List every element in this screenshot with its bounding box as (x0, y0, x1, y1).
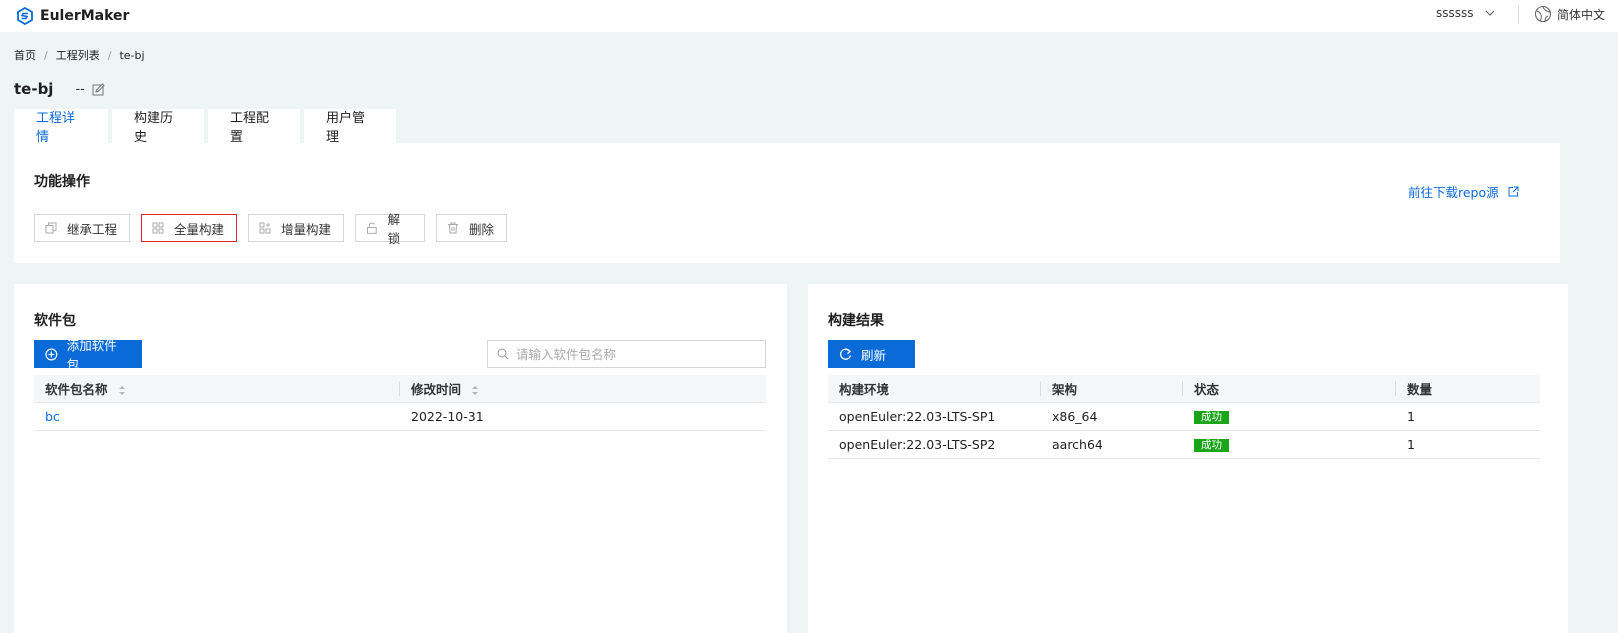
incremental-build-label: 增量构建 (281, 221, 332, 237)
incremental-build-button[interactable]: 增量构建 (248, 214, 344, 242)
build-results-table: 构建环境 架构 状态 数量 openEuler:22.03-LTS-SP1 x8… (828, 375, 1540, 459)
edit-icon[interactable] (92, 82, 105, 96)
operation-buttons: 继承工程 全量构建 增量构建 解锁 删除 (34, 212, 518, 246)
sort-icon (118, 385, 125, 395)
refresh-icon (840, 347, 852, 360)
breadcrumb: 首页 / 工程列表 / te-bj (14, 47, 145, 63)
status-cell: 成功 (1183, 402, 1396, 431)
plus-circle-icon (45, 348, 58, 360)
column-header-modified-time[interactable]: 修改时间 (400, 375, 766, 403)
build-results-title: 构建结果 (828, 313, 884, 329)
trash-icon (448, 222, 458, 234)
language-switcher[interactable]: 简体中文 (1534, 5, 1605, 23)
build-env-cell: openEuler:22.03-LTS-SP1 (828, 402, 1041, 431)
arch-cell: x86_64 (1041, 402, 1183, 431)
table-row: bc 2022-10-31 (34, 402, 766, 431)
breadcrumb-current: te-bj (119, 48, 145, 62)
column-header-status: 状态 (1183, 375, 1396, 403)
inherit-project-button[interactable]: 继承工程 (34, 214, 130, 242)
user-menu[interactable]: ssssss (1436, 6, 1496, 20)
full-build-label: 全量构建 (174, 221, 225, 237)
operations-panel: 功能操作 前往下载repo源 继承工程 全量构建 增量构建 解锁 删除 (14, 143, 1560, 263)
language-label: 简体中文 (1557, 7, 1606, 22)
download-repo-link[interactable]: 前往下载repo源 (1408, 182, 1519, 201)
count-cell[interactable]: 1 (1396, 430, 1540, 459)
project-header: te-bj -- (14, 80, 105, 98)
chevron-down-icon (1485, 10, 1494, 16)
refresh-button[interactable]: 刷新 (828, 340, 915, 368)
package-modified-time: 2022-10-31 (400, 402, 766, 431)
external-link-icon (1508, 186, 1519, 197)
breadcrumb-separator: / (44, 48, 48, 62)
tab-project-details[interactable]: 工程详情 (14, 109, 108, 145)
column-header-count: 数量 (1396, 375, 1540, 403)
arch-cell: aarch64 (1041, 430, 1183, 459)
unlock-icon (366, 222, 377, 234)
header-divider (1518, 6, 1519, 24)
sort-icon (472, 385, 479, 395)
full-build-button[interactable]: 全量构建 (141, 214, 237, 242)
column-header-build-env: 构建环境 (828, 375, 1041, 403)
table-row: openEuler:22.03-LTS-SP1 x86_64 成功 1 (828, 402, 1540, 431)
add-package-label: 添加软件包 (66, 338, 117, 372)
unlock-button[interactable]: 解锁 (355, 212, 425, 246)
package-search-input[interactable] (516, 346, 756, 362)
breadcrumb-project-list[interactable]: 工程列表 (56, 47, 100, 63)
top-bar: EulerMaker ssssss 简体中文 (0, 0, 1618, 32)
project-tabs: 工程详情 构建历史 工程配置 用户管理 (14, 109, 400, 145)
copy-icon (45, 222, 57, 234)
column-header-label: 软件包名称 (45, 381, 108, 397)
build-results-panel: 构建结果 刷新 构建环境 架构 状态 数量 openEuler:22.03-LT… (808, 284, 1568, 633)
tab-build-history[interactable]: 构建历史 (112, 109, 204, 145)
username: ssssss (1436, 6, 1474, 20)
app-logo[interactable]: EulerMaker (16, 7, 129, 25)
column-header-arch: 架构 (1041, 375, 1183, 403)
column-header-package-name[interactable]: 软件包名称 (34, 375, 400, 403)
download-repo-label: 前往下载repo源 (1408, 185, 1499, 200)
add-package-button[interactable]: 添加软件包 (34, 338, 142, 372)
table-header-row: 软件包名称 修改时间 (34, 375, 766, 403)
table-row: openEuler:22.03-LTS-SP2 aarch64 成功 1 (828, 430, 1540, 459)
refresh-label: 刷新 (861, 347, 887, 363)
search-icon (497, 348, 509, 360)
logo-icon (17, 7, 33, 25)
app-name: EulerMaker (40, 8, 130, 24)
packages-table: 软件包名称 修改时间 bc 2022-10-31 (34, 375, 766, 431)
tab-user-management[interactable]: 用户管理 (304, 109, 396, 145)
packages-title: 软件包 (34, 313, 76, 329)
column-header-label: 修改时间 (411, 381, 462, 397)
status-badge[interactable]: 成功 (1194, 439, 1229, 452)
package-search (487, 340, 766, 368)
delete-label: 删除 (469, 221, 495, 237)
table-header-row: 构建环境 架构 状态 数量 (828, 375, 1540, 403)
status-badge[interactable]: 成功 (1194, 411, 1229, 424)
breadcrumb-home[interactable]: 首页 (14, 47, 36, 63)
package-name-link[interactable]: bc (34, 402, 400, 431)
column-header-label: 状态 (1194, 381, 1220, 397)
tab-project-config[interactable]: 工程配置 (208, 109, 300, 145)
status-cell: 成功 (1183, 430, 1396, 459)
inherit-project-label: 继承工程 (67, 221, 118, 237)
grid-icon (152, 222, 164, 234)
unlock-label: 解锁 (387, 212, 401, 246)
column-header-label: 架构 (1052, 381, 1078, 397)
packages-panel: 软件包 添加软件包 软件包名称 修改时间 (14, 284, 787, 633)
page-title: te-bj (14, 80, 54, 98)
column-header-label: 数量 (1407, 381, 1433, 397)
column-header-label: 构建环境 (839, 381, 890, 397)
count-cell[interactable]: 1 (1396, 402, 1540, 431)
delete-button[interactable]: 删除 (436, 214, 507, 242)
grid-partial-icon (259, 222, 271, 234)
globe-icon (1534, 5, 1552, 23)
operations-title: 功能操作 (34, 174, 90, 190)
breadcrumb-separator: / (107, 48, 112, 62)
project-description: -- (75, 81, 85, 97)
build-env-cell: openEuler:22.03-LTS-SP2 (828, 430, 1041, 459)
